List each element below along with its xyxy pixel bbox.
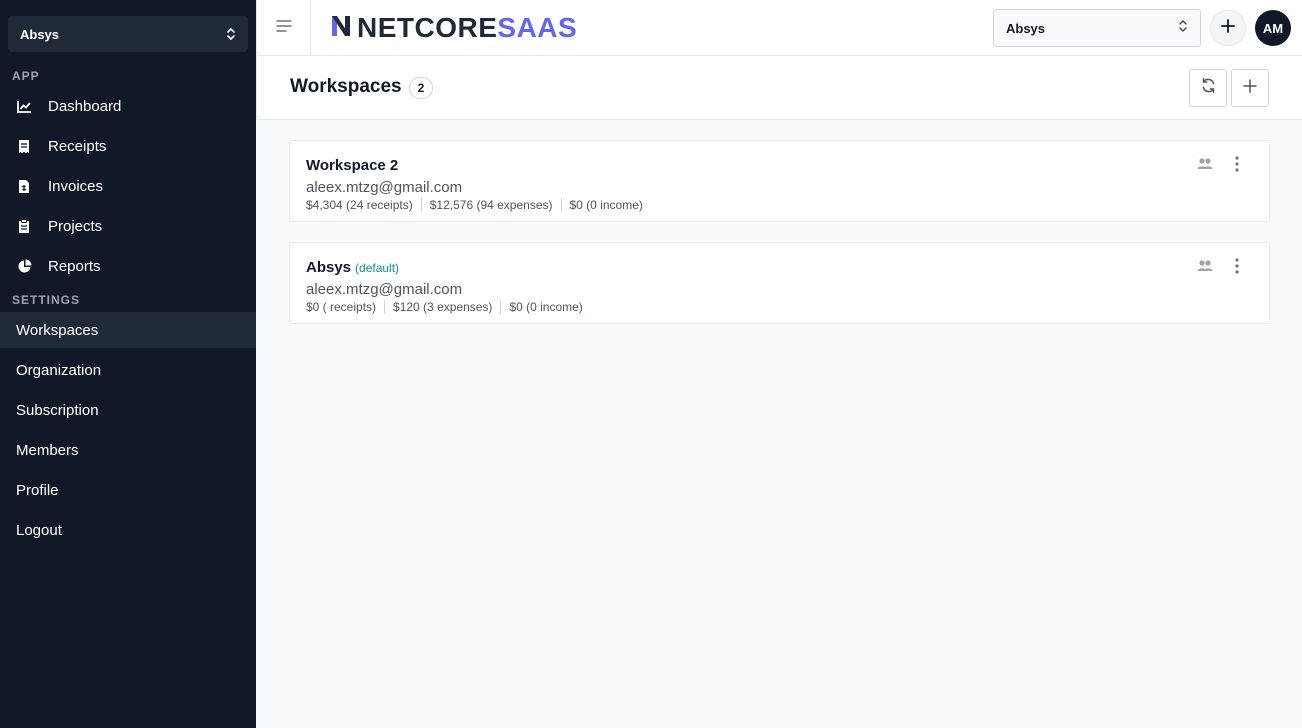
members-button[interactable] xyxy=(1196,259,1214,277)
receipts-stat: $0 ( receipts) xyxy=(306,300,377,314)
create-button[interactable] xyxy=(1210,10,1246,46)
workspace-email: aleex.mtzg@gmail.com xyxy=(306,179,463,196)
sidebar: Absys APP Dashboard Receipts Invoices Pr… xyxy=(0,0,256,728)
sidebar-item-members[interactable]: Members xyxy=(0,432,256,468)
members-button[interactable] xyxy=(1196,157,1214,175)
plus-icon xyxy=(1221,18,1235,38)
chevron-up-down-icon xyxy=(1178,19,1188,38)
pie-chart-icon xyxy=(16,258,32,274)
workspace-count-badge: 2 xyxy=(409,77,433,99)
user-avatar[interactable]: AM xyxy=(1255,10,1291,46)
sidebar-item-invoices[interactable]: Invoices xyxy=(0,168,256,204)
receipts-stat: $4,304 (24 receipts) xyxy=(306,198,413,212)
workspace-name-row: Workspace 2 xyxy=(306,157,402,174)
sidebar-item-receipts[interactable]: Receipts xyxy=(0,128,256,164)
sidebar-item-reports[interactable]: Reports xyxy=(0,248,256,284)
chart-line-icon xyxy=(16,98,32,114)
section-title-app: APP xyxy=(12,69,40,83)
sidebar-item-label: Projects xyxy=(48,217,103,235)
users-icon xyxy=(1197,259,1213,277)
sidebar-item-label: Organization xyxy=(16,361,102,379)
workspace-name: Workspace 2 xyxy=(306,157,399,174)
logo-text: NETCORESAAS xyxy=(357,12,577,44)
sidebar-item-dashboard[interactable]: Dashboard xyxy=(0,88,256,124)
refresh-icon xyxy=(1200,77,1217,99)
workspace-card[interactable]: Absys (default) aleex.mtzg@gmail.com $0 (… xyxy=(289,242,1270,324)
refresh-button[interactable] xyxy=(1189,69,1227,107)
sidebar-item-label: Profile xyxy=(16,481,59,499)
logo-mark-icon xyxy=(331,14,351,43)
sidebar-item-label: Dashboard xyxy=(48,97,122,115)
sidebar-item-label: Logout xyxy=(16,521,62,539)
page-title: Workspaces xyxy=(290,76,402,97)
workspace-name: Absys xyxy=(306,259,352,276)
more-options-button[interactable] xyxy=(1228,257,1246,279)
sidebar-item-label: Subscription xyxy=(16,401,99,419)
users-icon xyxy=(1197,157,1213,175)
logo-text-accent: SAAS xyxy=(497,12,578,43)
sidebar-item-label: Reports xyxy=(48,257,101,275)
sidebar-workspace-label: Absys xyxy=(20,26,60,42)
topbar-workspace-select[interactable]: Absys xyxy=(993,9,1201,47)
expenses-stat: $120 (3 expenses) xyxy=(384,300,500,314)
sidebar-item-logout[interactable]: Logout xyxy=(0,512,256,548)
workspace-name-row: Absys (default) xyxy=(306,259,399,276)
income-stat: $0 (0 income) xyxy=(500,300,590,314)
sidebar-item-label: Workspaces xyxy=(16,321,99,339)
invoice-icon xyxy=(16,178,32,194)
clipboard-icon xyxy=(16,218,32,234)
sidebar-item-subscription[interactable]: Subscription xyxy=(0,392,256,428)
kebab-menu-icon xyxy=(1235,257,1239,279)
default-tag: (default) xyxy=(355,261,400,275)
section-title-settings: SETTINGS xyxy=(12,293,81,307)
sidebar-workspace-selector[interactable]: Absys xyxy=(8,16,248,52)
menu-toggle-button[interactable] xyxy=(257,0,311,55)
sidebar-item-profile[interactable]: Profile xyxy=(0,472,256,508)
chevron-up-down-icon xyxy=(226,27,236,41)
receipt-icon xyxy=(16,138,32,154)
sidebar-item-label: Members xyxy=(16,441,79,459)
page-header: Workspaces 2 xyxy=(256,56,1302,120)
logo-text-primary: NETCORE xyxy=(357,12,498,43)
workspace-email: aleex.mtzg@gmail.com xyxy=(306,281,463,298)
workspace-card[interactable]: Workspace 2 aleex.mtzg@gmail.com $4,304 … xyxy=(289,140,1270,222)
workspace-stats: $0 ( receipts) $120 (3 expenses) $0 (0 i… xyxy=(306,300,591,314)
expenses-stat: $12,576 (94 expenses) xyxy=(420,198,561,212)
workspace-stats: $4,304 (24 receipts) $12,576 (94 expense… xyxy=(306,198,651,212)
sidebar-item-organization[interactable]: Organization xyxy=(0,352,256,388)
plus-icon xyxy=(1243,78,1257,98)
topbar: NETCORESAAS Absys AM xyxy=(256,0,1302,56)
sidebar-item-projects[interactable]: Projects xyxy=(0,208,256,244)
income-stat: $0 (0 income) xyxy=(560,198,651,212)
menu-icon xyxy=(275,19,292,37)
brand-logo[interactable]: NETCORESAAS xyxy=(331,12,577,44)
add-workspace-button[interactable] xyxy=(1231,69,1269,107)
topbar-workspace-label: Absys xyxy=(1006,20,1046,36)
sidebar-item-label: Invoices xyxy=(48,177,104,195)
sidebar-item-label: Receipts xyxy=(48,137,107,155)
sidebar-item-workspaces[interactable]: Workspaces xyxy=(0,312,256,348)
more-options-button[interactable] xyxy=(1228,155,1246,177)
kebab-menu-icon xyxy=(1235,155,1239,177)
